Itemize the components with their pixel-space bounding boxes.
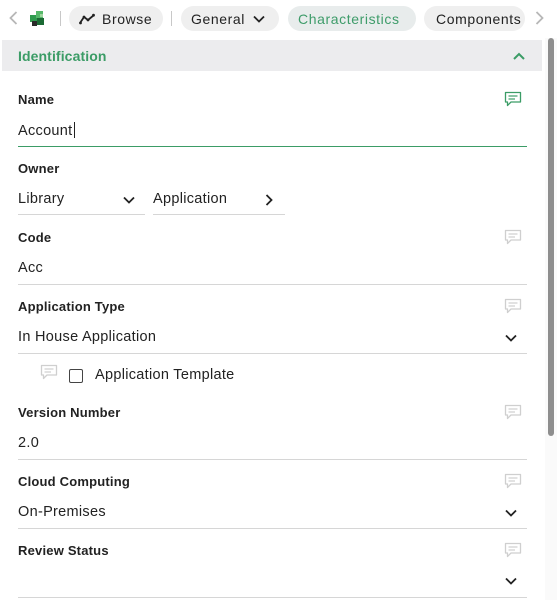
name-input[interactable]: Account [18,122,75,139]
comment-icon[interactable] [504,542,522,558]
app-logo-icon[interactable] [29,9,47,27]
owner-library-underline [18,214,145,215]
section-identification-header[interactable]: Identification [2,40,542,71]
owner-application-link[interactable]: Application [153,189,285,215]
tab-components-label: Components [436,10,522,27]
tab-components[interactable]: Components [424,6,525,31]
scroll-right-icon[interactable] [532,8,546,28]
scrollbar-thumb[interactable] [548,38,554,436]
application-template-checkbox[interactable] [69,369,83,383]
tab-browse[interactable]: Browse [69,6,163,31]
comment-icon[interactable] [504,298,522,314]
review-status-select[interactable] [18,571,527,595]
owner-library-value: Library [18,191,65,207]
cloud-computing-value: On-Premises [18,504,106,520]
code-underline [18,284,527,285]
section-title: Identification [18,48,107,64]
application-type-underline [18,353,527,354]
name-value: Account [18,123,73,139]
scroll-left-icon[interactable] [6,8,20,28]
chevron-down-icon [253,15,265,23]
tab-characteristics-label: Characteristics [298,10,400,27]
code-label: Code [18,230,52,245]
comment-icon[interactable] [504,91,522,107]
owner-application-value: Application [153,191,228,207]
toolbar: Browse General Characteristics Component… [0,0,557,38]
trend-line-icon [79,13,95,24]
version-number-underline [18,459,527,460]
chevron-down-icon [505,509,517,517]
chevron-down-icon [123,196,135,204]
application-type-label: Application Type [18,299,125,314]
toolbar-divider [171,11,172,26]
tab-general-label: General [191,10,246,27]
code-input[interactable]: Acc [18,260,43,276]
toolbar-divider [60,11,61,26]
version-number-label: Version Number [18,405,121,420]
chevron-down-icon [505,577,517,585]
comment-icon[interactable] [40,364,58,380]
text-caret [73,122,75,138]
comment-icon[interactable] [504,229,522,245]
application-type-select[interactable]: In House Application [18,327,527,353]
application-template-label[interactable]: Application Template [95,367,235,383]
review-status-label: Review Status [18,543,109,558]
owner-application-underline [153,214,285,215]
review-status-underline [18,597,527,598]
chevron-up-icon[interactable] [512,49,526,63]
owner-label: Owner [18,161,60,176]
cloud-computing-select[interactable]: On-Premises [18,502,527,528]
owner-library-select[interactable]: Library [18,189,145,215]
application-type-value: In House Application [18,329,157,345]
cloud-computing-label: Cloud Computing [18,474,131,489]
name-underline [18,146,527,147]
tab-general[interactable]: General [181,6,279,31]
chevron-right-icon [265,194,273,206]
name-label: Name [18,92,55,107]
comment-icon[interactable] [504,404,522,420]
tab-characteristics[interactable]: Characteristics [288,6,416,31]
comment-icon[interactable] [504,473,522,489]
tab-browse-label: Browse [102,10,153,27]
cloud-computing-underline [18,528,527,529]
chevron-down-icon [505,334,517,342]
version-number-input[interactable]: 2.0 [18,435,39,451]
